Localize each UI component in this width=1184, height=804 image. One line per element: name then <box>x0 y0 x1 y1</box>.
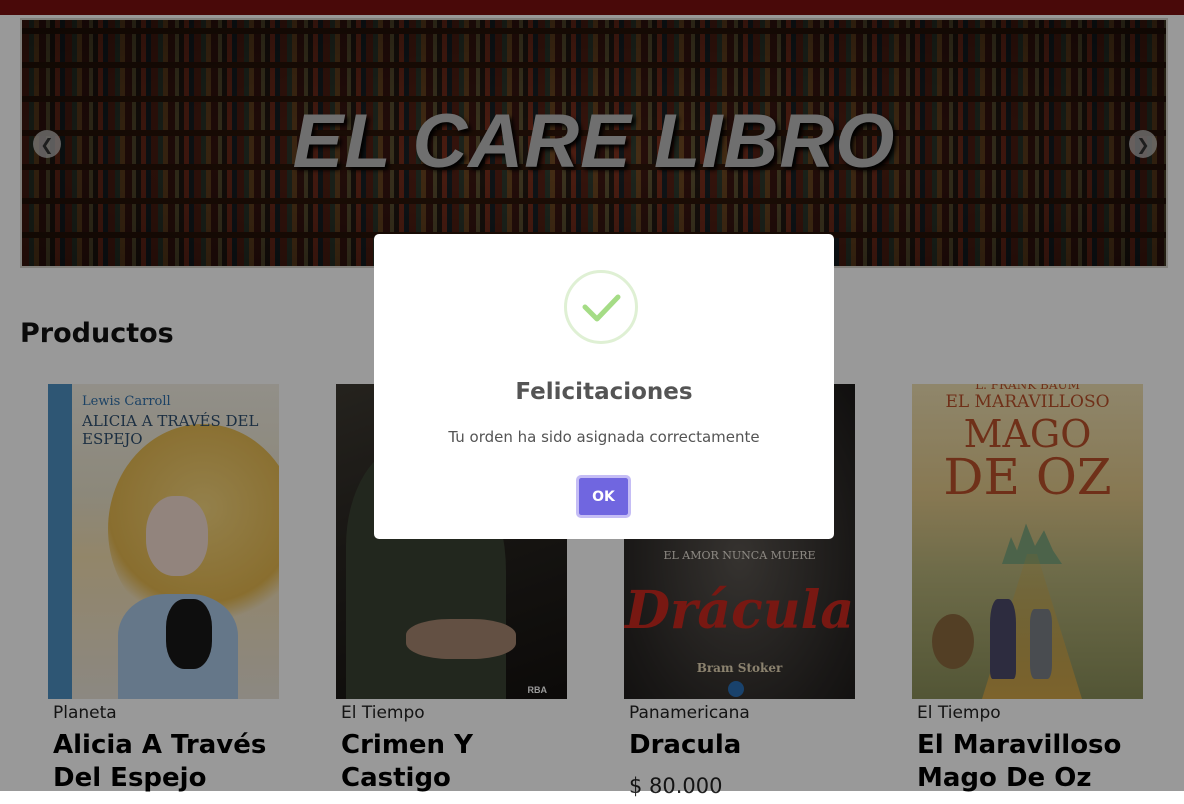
check-icon <box>582 294 621 322</box>
dialog-message: Tu orden ha sido asignada correctamente <box>448 428 760 446</box>
success-dialog: Felicitaciones Tu orden ha sido asignada… <box>374 234 834 539</box>
success-check-icon <box>564 270 638 344</box>
dialog-title: Felicitaciones <box>515 379 693 405</box>
ok-button[interactable]: OK <box>576 475 631 518</box>
